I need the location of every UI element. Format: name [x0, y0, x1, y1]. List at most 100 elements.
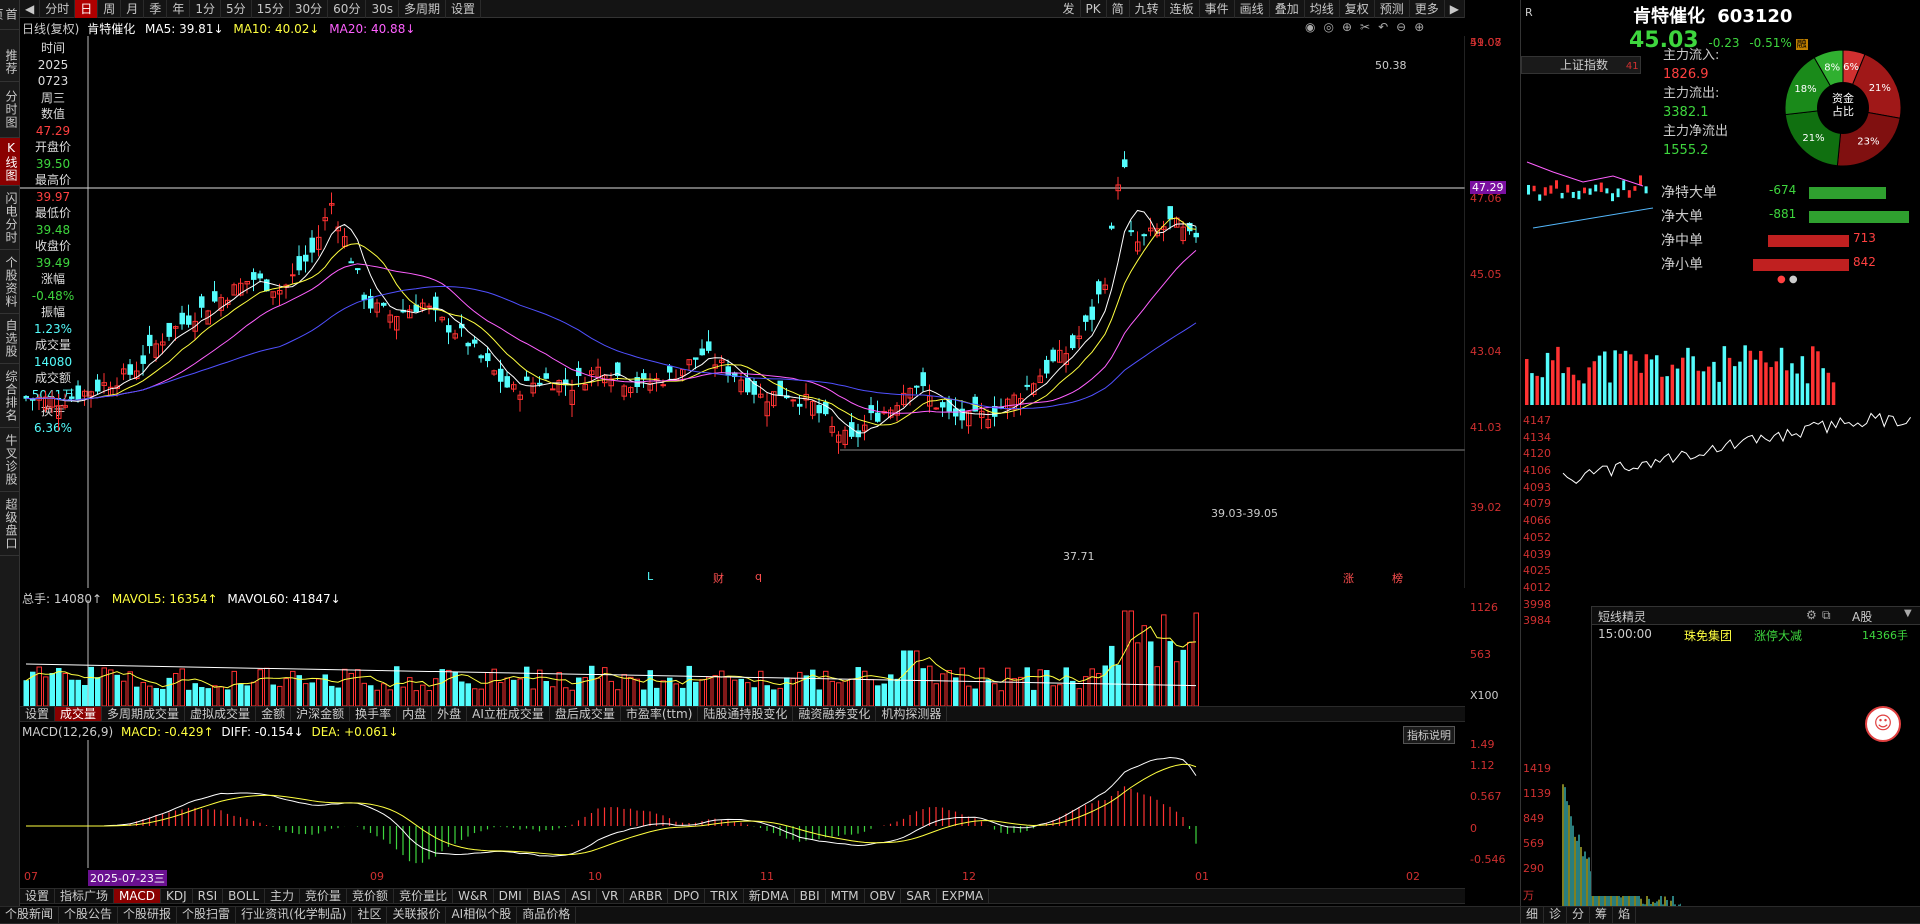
period-tab[interactable]: 月 — [121, 0, 145, 18]
prev-icon[interactable]: ◀ — [20, 0, 41, 18]
bottom-indicator-tab[interactable]: ARBR — [624, 889, 669, 903]
news-tab[interactable]: 社区 — [352, 907, 388, 923]
news-tab[interactable]: 个股公告 — [59, 907, 119, 923]
tool-button[interactable]: 叠加 — [1270, 0, 1305, 18]
nav-item-recommend[interactable]: 推荐 — [0, 42, 20, 82]
tool-button[interactable]: 画线 — [1235, 0, 1270, 18]
settings-icon[interactable]: ⚙ — [1806, 608, 1817, 622]
volume-chart[interactable] — [20, 600, 1465, 706]
chevron-down-icon[interactable]: ▼ — [1904, 608, 1912, 619]
tool-button[interactable]: 连板 — [1165, 0, 1200, 18]
bottom-indicator-tab[interactable]: SAR — [901, 889, 937, 903]
period-tab[interactable]: 60分 — [328, 0, 367, 18]
bottom-indicator-tab[interactable]: RSI — [193, 889, 224, 903]
expand-icon[interactable]: ◎ — [1323, 20, 1341, 34]
indicator-tab[interactable]: 换手率 — [350, 707, 398, 721]
bottom-indicator-tab[interactable]: DMI — [494, 889, 528, 903]
period-tab[interactable]: 季 — [144, 0, 168, 18]
bottom-indicator-tab[interactable]: KDJ — [161, 889, 193, 903]
macd-chart[interactable] — [20, 740, 1465, 868]
bottom-indicator-tab[interactable]: 竞价量比 — [394, 889, 454, 903]
indicator-tab[interactable]: 外盘 — [432, 707, 468, 721]
nav-item-superdisk[interactable]: 超级盘口 — [0, 492, 20, 556]
bottom-indicator-tab[interactable]: BOLL — [223, 889, 266, 903]
popout-icon[interactable]: ⧉ — [1822, 608, 1831, 623]
nav-item-timechart[interactable]: 分时图 — [0, 82, 20, 138]
nav-item-kline[interactable]: K线图 — [0, 138, 20, 186]
news-tab[interactable]: 个股研报 — [118, 907, 178, 923]
bottom-indicator-tab[interactable]: OBV — [865, 889, 902, 903]
tool-button[interactable]: 复权 — [1340, 0, 1375, 18]
right-tab[interactable]: 分 — [1567, 907, 1591, 923]
news-tab[interactable]: 商品价格 — [517, 907, 577, 923]
bottom-indicator-tab[interactable]: BIAS — [528, 889, 567, 903]
period-tab[interactable]: 周 — [98, 0, 122, 18]
indicator-tab[interactable]: 虚拟成交量 — [185, 707, 257, 721]
cursor-icon[interactable]: ⊕ — [1342, 20, 1360, 34]
bottom-indicator-tab[interactable]: W&R — [453, 889, 494, 903]
tool-button[interactable]: PK — [1081, 0, 1107, 18]
bottom-indicator-tab[interactable]: VR — [597, 889, 625, 903]
news-tab[interactable]: 关联报价 — [387, 907, 447, 923]
nav-item-profile[interactable]: 个股资料 — [0, 250, 20, 314]
zoom-out-icon[interactable]: ⊖ — [1396, 20, 1414, 34]
settings-button[interactable]: 设置 — [446, 0, 482, 18]
period-tab[interactable]: 15分 — [252, 0, 290, 18]
right-tab[interactable]: 细 — [1521, 907, 1545, 923]
period-tab[interactable]: 年 — [167, 0, 191, 18]
tool-button[interactable]: 发 — [1057, 0, 1081, 18]
zoom-in-icon[interactable]: ⊕ — [1414, 20, 1432, 34]
bottom-indicator-tab[interactable]: EXPMA — [937, 889, 990, 903]
indicator-tab[interactable]: 融资融券变化 — [793, 707, 877, 721]
bottom-indicator-tab[interactable]: 新DMA — [744, 889, 795, 903]
multi-period-button[interactable]: 多周期 — [399, 0, 446, 18]
bottom-indicator-tab[interactable]: 指标广场 — [55, 889, 115, 903]
indicator-tab[interactable]: 多周期成交量 — [102, 707, 186, 721]
tool-button[interactable]: 均线 — [1305, 0, 1340, 18]
bottom-indicator-tab[interactable]: TRIX — [705, 889, 744, 903]
bottom-indicator-tab[interactable]: BBI — [795, 889, 826, 903]
bottom-indicator-tab[interactable]: DPO — [668, 889, 706, 903]
bottom-indicator-tab[interactable]: MTM — [826, 889, 865, 903]
bottom-indicator-tab[interactable]: 竞价额 — [347, 889, 395, 903]
event-marker[interactable]: 涨 — [1343, 570, 1354, 586]
event-marker[interactable]: L — [647, 570, 653, 583]
indicator-tab[interactable]: 机构探测器 — [876, 707, 948, 721]
nav-item-home[interactable]: 首页 — [0, 0, 20, 30]
next-icon[interactable]: ▶ — [1445, 0, 1465, 18]
period-tab[interactable]: 日 — [75, 0, 99, 18]
indicator-tab[interactable]: AI立桩成交量 — [467, 707, 550, 721]
indicator-tab[interactable]: 沪深金额 — [291, 707, 351, 721]
undo-icon[interactable]: ↶ — [1378, 20, 1396, 34]
index-tab[interactable]: 上证指数 41 — [1521, 56, 1641, 74]
period-tab[interactable]: 30s — [366, 0, 399, 18]
news-tab[interactable]: 行业资讯(化学制品) — [236, 907, 353, 923]
nav-item-ranking[interactable]: 综合排名 — [0, 364, 20, 428]
eye-icon[interactable]: ◉ — [1305, 20, 1323, 34]
right-tab[interactable]: 焰 — [1613, 907, 1637, 923]
indicator-tab[interactable]: 陆股通持股变化 — [698, 707, 794, 721]
kline-chart[interactable] — [20, 36, 1465, 588]
tool-button[interactable]: 九转 — [1130, 0, 1165, 18]
nav-item-flash[interactable]: 闪电分时 — [0, 186, 20, 250]
bottom-indicator-tab[interactable]: MACD — [114, 889, 162, 903]
event-marker[interactable]: 财 — [713, 570, 724, 586]
right-tab[interactable]: 诊 — [1544, 907, 1568, 923]
indicator-tab[interactable]: 设置 — [20, 707, 56, 721]
event-marker[interactable]: q — [755, 570, 762, 583]
short-spirit-row[interactable]: 15:00:00 珠免集团 涨停大减 14366手 — [1592, 625, 1920, 643]
scope-select[interactable]: A股 — [1852, 608, 1872, 625]
news-tab[interactable]: 个股扫雷 — [177, 907, 237, 923]
scissors-icon[interactable]: ✂ — [1360, 20, 1378, 34]
tool-button[interactable]: 更多 — [1410, 0, 1445, 18]
indicator-tab[interactable]: 盘后成交量 — [550, 707, 621, 721]
bottom-indicator-tab[interactable]: 主力 — [265, 889, 301, 903]
indicator-tab[interactable]: 金额 — [256, 707, 292, 721]
news-tab[interactable]: 个股新闻 — [0, 907, 60, 923]
bottom-indicator-tab[interactable]: ASI — [566, 889, 597, 903]
nav-item-diagnosis[interactable]: 牛叉诊股 — [0, 428, 20, 492]
tool-button[interactable]: 事件 — [1200, 0, 1235, 18]
right-tab[interactable]: 筹 — [1590, 907, 1614, 923]
tool-button[interactable]: 预测 — [1375, 0, 1410, 18]
event-marker[interactable]: 榜 — [1392, 570, 1403, 586]
